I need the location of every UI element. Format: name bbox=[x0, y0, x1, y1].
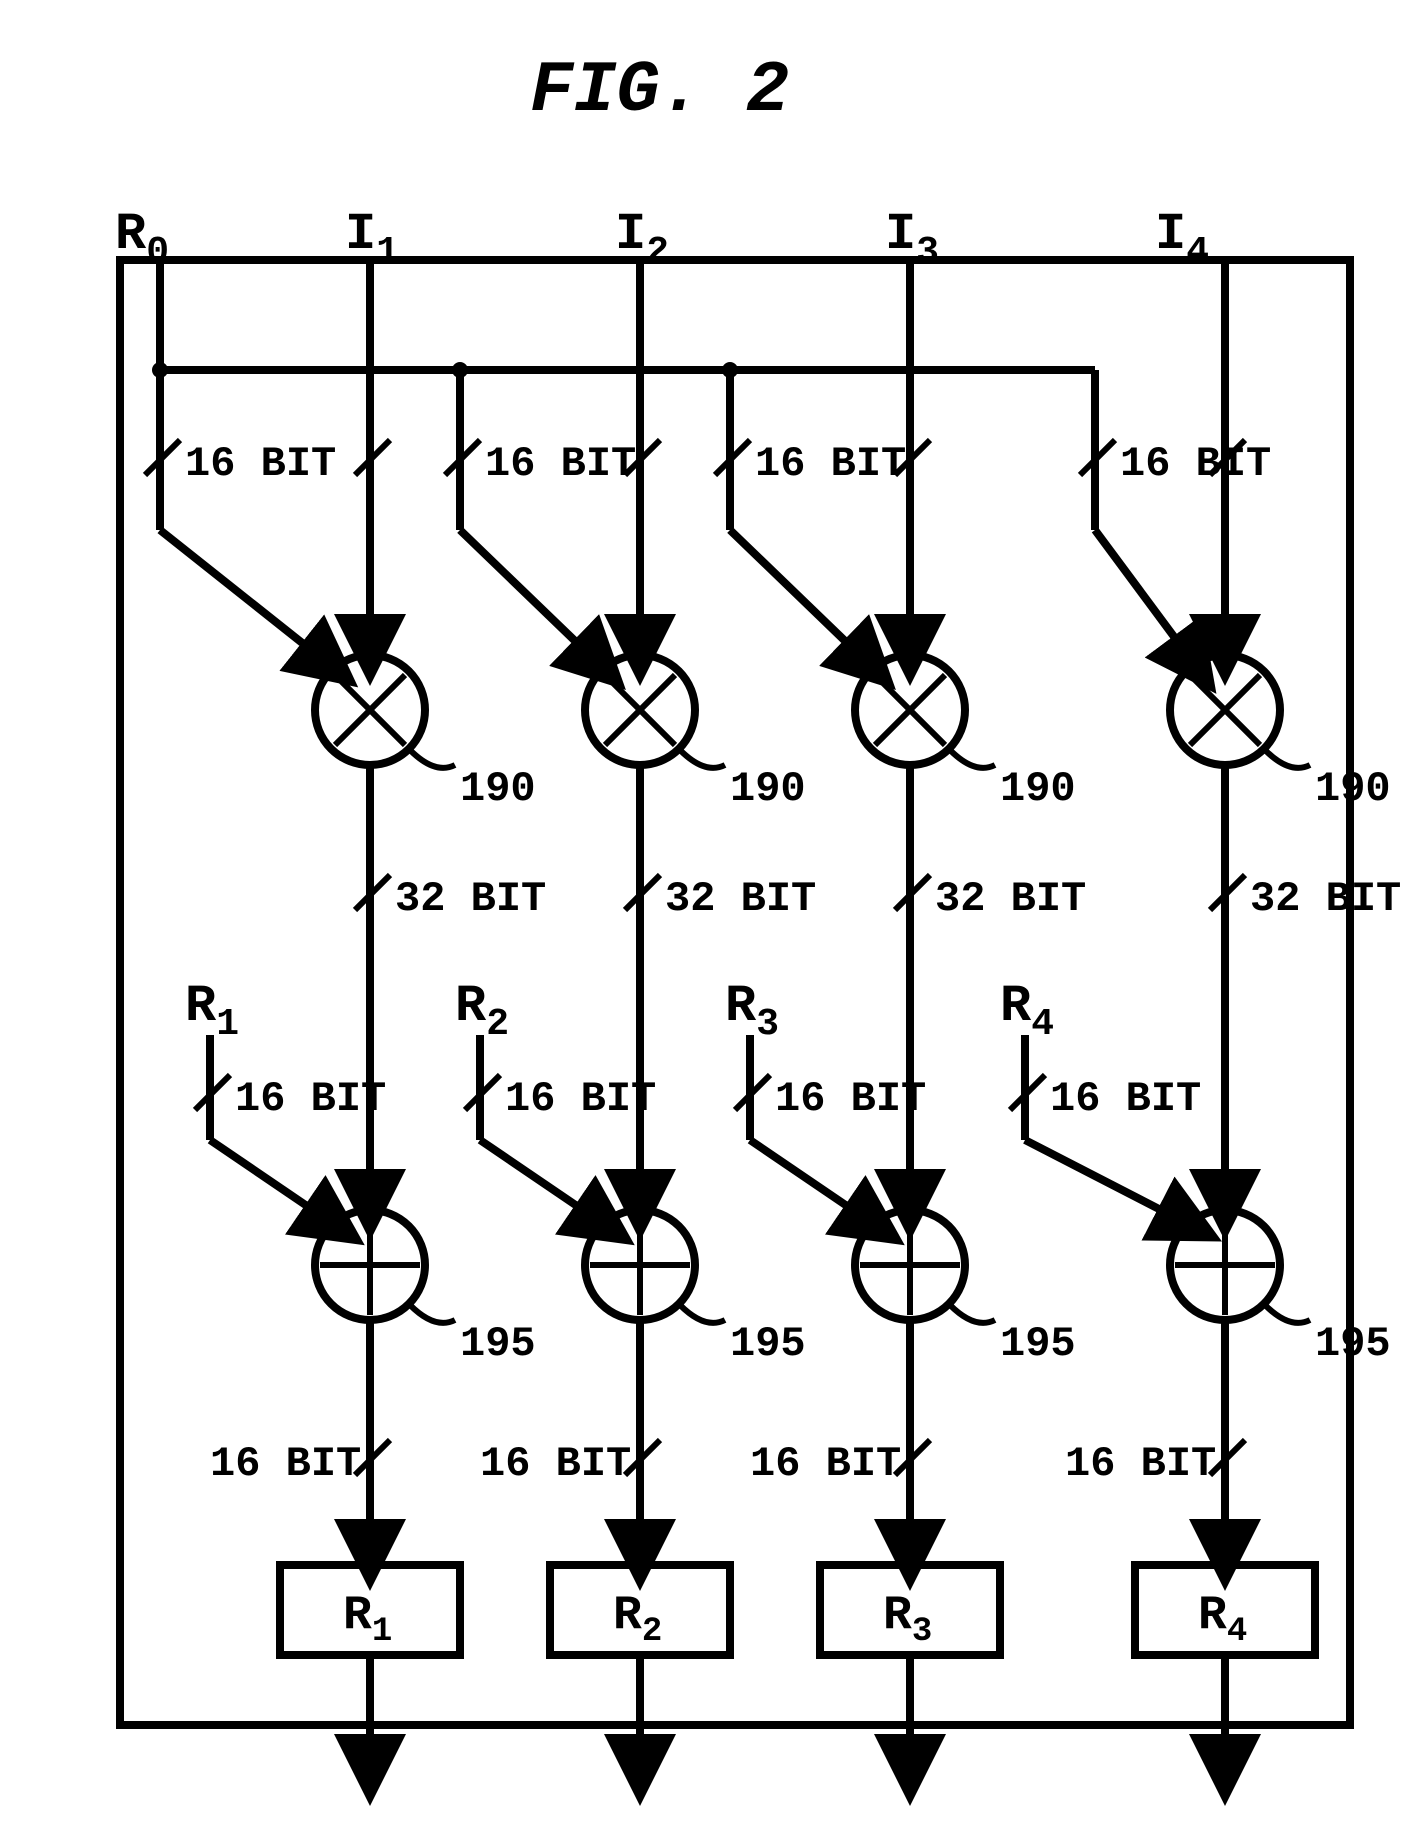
bit16-r0-1: 16 BIT bbox=[185, 440, 336, 488]
bit16-r0-4: 16 BIT bbox=[1120, 440, 1271, 488]
bit16-out-4: 16 BIT bbox=[1065, 1440, 1216, 1488]
reg-R1: R1 bbox=[343, 1589, 392, 1651]
ref-195-2: 195 bbox=[730, 1320, 806, 1368]
ref-190-4: 190 bbox=[1315, 765, 1391, 813]
multiply-icon bbox=[315, 655, 425, 765]
add-icon bbox=[855, 1210, 965, 1320]
bit16-out-3: 16 BIT bbox=[750, 1440, 901, 1488]
reg-R2: R2 bbox=[613, 1589, 662, 1651]
bit32-4: 32 BIT bbox=[1250, 875, 1401, 923]
reg-R3: R3 bbox=[883, 1589, 932, 1651]
ref-195-4: 195 bbox=[1315, 1320, 1391, 1368]
mult-to-add: 32 BIT 32 BIT 32 BIT 32 BIT bbox=[355, 765, 1401, 1205]
bit32-3: 32 BIT bbox=[935, 875, 1086, 923]
ref-195-1: 195 bbox=[460, 1320, 536, 1368]
ref-190-2: 190 bbox=[730, 765, 806, 813]
add-icon bbox=[585, 1210, 695, 1320]
multiply-icon bbox=[585, 655, 695, 765]
add-to-reg: 16 BIT 16 BIT 16 BIT 16 BIT bbox=[210, 1320, 1245, 1555]
figure-diagram: FIG. 2 R0 I1 I2 I3 I4 16 BIT 16 BIT 16 B… bbox=[0, 0, 1415, 1826]
multipliers bbox=[315, 655, 1280, 765]
outputs bbox=[370, 1655, 1225, 1770]
add-icon bbox=[315, 1210, 425, 1320]
output-registers: R1 R2 R3 R4 bbox=[280, 1565, 1315, 1655]
bit16-r2: 16 BIT bbox=[505, 1075, 656, 1123]
multiply-icon bbox=[1170, 655, 1280, 765]
bit32-2: 32 BIT bbox=[665, 875, 816, 923]
reg-R4: R4 bbox=[1198, 1589, 1247, 1651]
bit16-r3: 16 BIT bbox=[775, 1075, 926, 1123]
add-icon bbox=[1170, 1210, 1280, 1320]
bit16-r0-3: 16 BIT bbox=[755, 440, 906, 488]
ref-190-1: 190 bbox=[460, 765, 536, 813]
adders bbox=[315, 1210, 1280, 1320]
bit16-r0-2: 16 BIT bbox=[485, 440, 636, 488]
r-side-inputs: 16 BIT 16 BIT 16 BIT 16 BIT bbox=[195, 1035, 1201, 1225]
ref-195-3: 195 bbox=[1000, 1320, 1076, 1368]
bit16-out-2: 16 BIT bbox=[480, 1440, 631, 1488]
bit32-1: 32 BIT bbox=[395, 875, 546, 923]
bit16-r4: 16 BIT bbox=[1050, 1075, 1201, 1123]
bit16-out-1: 16 BIT bbox=[210, 1440, 361, 1488]
figure-title: FIG. 2 bbox=[530, 50, 789, 132]
multiply-icon bbox=[855, 655, 965, 765]
label-I4: I4 bbox=[1155, 205, 1209, 274]
ref-190-3: 190 bbox=[1000, 765, 1076, 813]
bit16-r1: 16 BIT bbox=[235, 1075, 386, 1123]
r0-bus: 16 BIT 16 BIT 16 BIT 16 BIT bbox=[145, 260, 1271, 665]
